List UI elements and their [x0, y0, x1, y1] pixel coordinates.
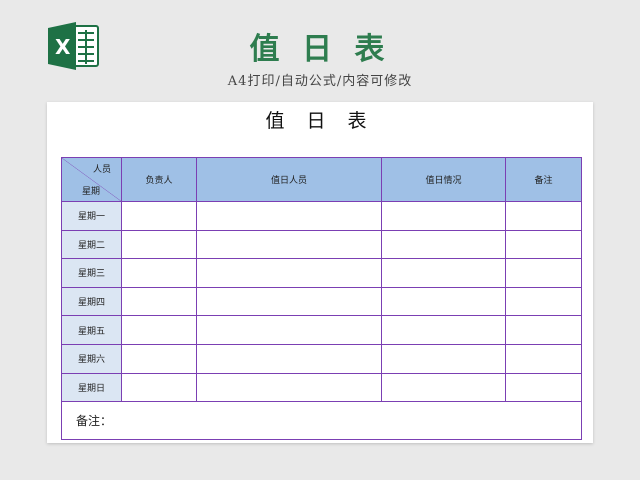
column-header-duty-status: 值日情况: [381, 157, 506, 202]
table-header-row: 人员 星期 负责人 值日人员 值日情况 备注: [61, 157, 582, 202]
responsible-cell[interactable]: [121, 286, 197, 317]
weekday-cell: 星期日: [61, 372, 122, 403]
remarks-cell[interactable]: [505, 286, 582, 317]
sheet-title: 值 日 表: [265, 110, 375, 132]
column-header-remarks: 备注: [505, 157, 582, 202]
duty-status-cell[interactable]: [381, 258, 506, 288]
table-row: 星期四: [61, 286, 582, 317]
responsible-cell[interactable]: [121, 229, 197, 260]
table-row: 星期二: [61, 229, 582, 260]
duty-status-cell[interactable]: [381, 315, 506, 345]
duty-staff-cell[interactable]: [196, 286, 382, 317]
duty-staff-cell[interactable]: [196, 315, 382, 345]
responsible-cell[interactable]: [121, 201, 197, 231]
duty-staff-cell[interactable]: [196, 372, 382, 403]
responsible-cell[interactable]: [121, 343, 197, 374]
corner-header-cell: 人员 星期: [61, 157, 122, 202]
responsible-cell[interactable]: [121, 372, 197, 403]
weekday-cell: 星期四: [61, 286, 122, 317]
duty-staff-cell[interactable]: [196, 201, 382, 231]
duty-roster-sheet: 值 日 表 人员 星期 负责人 值日人员 值日情况 备注 星期一 星期二 星期三…: [47, 102, 593, 443]
remarks-cell[interactable]: [505, 201, 582, 231]
table-row: 星期一: [61, 201, 582, 231]
remarks-cell[interactable]: [505, 315, 582, 345]
corner-label-people: 人员: [92, 165, 111, 175]
duty-staff-cell[interactable]: [196, 258, 382, 288]
duty-status-cell[interactable]: [381, 372, 506, 403]
column-header-responsible: 负责人: [121, 157, 197, 202]
weekday-cell: 星期六: [61, 343, 122, 374]
duty-status-cell[interactable]: [381, 229, 506, 260]
table-row: 星期三: [61, 258, 582, 288]
page-subtitle: A4打印/自动公式/内容可修改: [227, 74, 413, 89]
duty-status-cell[interactable]: [381, 201, 506, 231]
duty-status-cell[interactable]: [381, 343, 506, 374]
notes-row: 备注：: [61, 401, 582, 441]
weekday-cell: 星期一: [61, 201, 122, 231]
weekday-cell: 星期三: [61, 258, 122, 288]
duty-staff-cell[interactable]: [196, 343, 382, 374]
column-header-duty-staff: 值日人员: [196, 157, 382, 202]
remarks-cell[interactable]: [505, 343, 582, 374]
weekday-cell: 星期五: [61, 315, 122, 345]
remarks-cell[interactable]: [505, 372, 582, 403]
corner-label-weekday: 星期: [82, 187, 101, 197]
table-row: 星期日: [61, 372, 582, 403]
responsible-cell[interactable]: [121, 315, 197, 345]
table-row: 星期五: [61, 315, 582, 345]
remarks-cell[interactable]: [505, 229, 582, 260]
duty-status-cell[interactable]: [381, 286, 506, 317]
notes-cell[interactable]: 备注：: [61, 401, 582, 441]
responsible-cell[interactable]: [121, 258, 197, 288]
page-title: 值 日 表: [249, 32, 391, 67]
duty-staff-cell[interactable]: [196, 229, 382, 260]
remarks-cell[interactable]: [505, 258, 582, 288]
table-row: 星期六: [61, 343, 582, 374]
weekday-cell: 星期二: [61, 229, 122, 260]
duty-table: 人员 星期 负责人 值日人员 值日情况 备注 星期一 星期二 星期三 星期四 星…: [61, 157, 582, 441]
